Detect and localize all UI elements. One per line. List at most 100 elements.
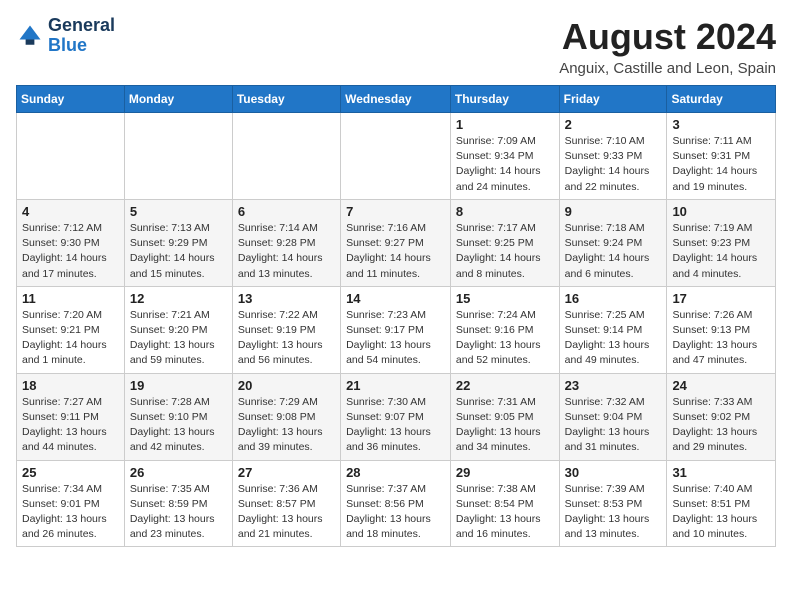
day-number: 4 xyxy=(22,204,119,219)
day-number: 25 xyxy=(22,465,119,480)
title-block: August 2024 Anguix, Castille and Leon, S… xyxy=(559,16,776,77)
calendar-week-row: 11 Sunrise: 7:20 AM Sunset: 9:21 PM Dayli… xyxy=(17,286,776,373)
day-info: Sunrise: 7:28 AM Sunset: 9:10 PM Dayligh… xyxy=(130,395,227,456)
page-header: General Blue August 2024 Anguix, Castill… xyxy=(16,16,776,77)
day-info: Sunrise: 7:14 AM Sunset: 9:28 PM Dayligh… xyxy=(238,221,335,282)
day-info: Sunrise: 7:22 AM Sunset: 9:19 PM Dayligh… xyxy=(238,308,335,369)
day-info: Sunrise: 7:09 AM Sunset: 9:34 PM Dayligh… xyxy=(456,134,554,195)
logo-icon xyxy=(16,22,44,50)
day-number: 1 xyxy=(456,117,554,132)
calendar-cell xyxy=(17,113,125,200)
weekday-header: Thursday xyxy=(450,86,559,113)
weekday-header: Tuesday xyxy=(232,86,340,113)
day-info: Sunrise: 7:29 AM Sunset: 9:08 PM Dayligh… xyxy=(238,395,335,456)
day-number: 11 xyxy=(22,291,119,306)
day-number: 8 xyxy=(456,204,554,219)
calendar-cell: 18 Sunrise: 7:27 AM Sunset: 9:11 PM Dayli… xyxy=(17,373,125,460)
day-number: 2 xyxy=(565,117,662,132)
day-number: 3 xyxy=(672,117,770,132)
day-number: 24 xyxy=(672,378,770,393)
day-number: 12 xyxy=(130,291,227,306)
weekday-header: Monday xyxy=(124,86,232,113)
calendar-cell: 16 Sunrise: 7:25 AM Sunset: 9:14 PM Dayli… xyxy=(559,286,667,373)
day-info: Sunrise: 7:10 AM Sunset: 9:33 PM Dayligh… xyxy=(565,134,662,195)
calendar-cell: 8Sunrise: 7:17 AM Sunset: 9:25 PM Daylig… xyxy=(450,199,559,286)
day-number: 29 xyxy=(456,465,554,480)
calendar-cell: 13 Sunrise: 7:22 AM Sunset: 9:19 PM Dayli… xyxy=(232,286,340,373)
calendar-cell: 25 Sunrise: 7:34 AM Sunset: 9:01 PM Dayli… xyxy=(17,460,125,547)
calendar-cell: 19 Sunrise: 7:28 AM Sunset: 9:10 PM Dayli… xyxy=(124,373,232,460)
day-info: Sunrise: 7:21 AM Sunset: 9:20 PM Dayligh… xyxy=(130,308,227,369)
weekday-header: Sunday xyxy=(17,86,125,113)
day-info: Sunrise: 7:34 AM Sunset: 9:01 PM Dayligh… xyxy=(22,482,119,543)
day-number: 19 xyxy=(130,378,227,393)
weekday-header-row: SundayMondayTuesdayWednesdayThursdayFrid… xyxy=(17,86,776,113)
month-title: August 2024 xyxy=(559,16,776,58)
weekday-header: Saturday xyxy=(667,86,776,113)
day-info: Sunrise: 7:13 AM Sunset: 9:29 PM Dayligh… xyxy=(130,221,227,282)
calendar-table: SundayMondayTuesdayWednesdayThursdayFrid… xyxy=(16,85,776,547)
calendar-cell: 31Sunrise: 7:40 AM Sunset: 8:51 PM Dayli… xyxy=(667,460,776,547)
logo: General Blue xyxy=(16,16,115,56)
calendar-cell: 6 Sunrise: 7:14 AM Sunset: 9:28 PM Daylig… xyxy=(232,199,340,286)
day-number: 6 xyxy=(238,204,335,219)
calendar-cell: 28 Sunrise: 7:37 AM Sunset: 8:56 PM Dayli… xyxy=(341,460,451,547)
calendar-week-row: 4 Sunrise: 7:12 AM Sunset: 9:30 PM Daylig… xyxy=(17,199,776,286)
day-number: 17 xyxy=(672,291,770,306)
day-number: 26 xyxy=(130,465,227,480)
logo-text: General Blue xyxy=(48,16,115,56)
day-info: Sunrise: 7:31 AM Sunset: 9:05 PM Dayligh… xyxy=(456,395,554,456)
day-number: 31 xyxy=(672,465,770,480)
day-info: Sunrise: 7:35 AM Sunset: 8:59 PM Dayligh… xyxy=(130,482,227,543)
day-number: 22 xyxy=(456,378,554,393)
day-number: 27 xyxy=(238,465,335,480)
calendar-cell: 3 Sunrise: 7:11 AM Sunset: 9:31 PM Daylig… xyxy=(667,113,776,200)
day-number: 16 xyxy=(565,291,662,306)
calendar-cell: 30 Sunrise: 7:39 AM Sunset: 8:53 PM Dayli… xyxy=(559,460,667,547)
day-info: Sunrise: 7:33 AM Sunset: 9:02 PM Dayligh… xyxy=(672,395,770,456)
calendar-cell: 20Sunrise: 7:29 AM Sunset: 9:08 PM Dayli… xyxy=(232,373,340,460)
day-info: Sunrise: 7:39 AM Sunset: 8:53 PM Dayligh… xyxy=(565,482,662,543)
day-number: 23 xyxy=(565,378,662,393)
day-info: Sunrise: 7:23 AM Sunset: 9:17 PM Dayligh… xyxy=(346,308,445,369)
day-number: 18 xyxy=(22,378,119,393)
day-info: Sunrise: 7:38 AM Sunset: 8:54 PM Dayligh… xyxy=(456,482,554,543)
calendar-cell: 22 Sunrise: 7:31 AM Sunset: 9:05 PM Dayli… xyxy=(450,373,559,460)
day-number: 30 xyxy=(565,465,662,480)
day-info: Sunrise: 7:19 AM Sunset: 9:23 PM Dayligh… xyxy=(672,221,770,282)
day-number: 9 xyxy=(565,204,662,219)
calendar-cell: 23Sunrise: 7:32 AM Sunset: 9:04 PM Dayli… xyxy=(559,373,667,460)
day-info: Sunrise: 7:11 AM Sunset: 9:31 PM Dayligh… xyxy=(672,134,770,195)
calendar-cell: 10 Sunrise: 7:19 AM Sunset: 9:23 PM Dayli… xyxy=(667,199,776,286)
calendar-cell xyxy=(124,113,232,200)
calendar-cell: 5 Sunrise: 7:13 AM Sunset: 9:29 PM Daylig… xyxy=(124,199,232,286)
day-number: 15 xyxy=(456,291,554,306)
calendar-cell xyxy=(341,113,451,200)
calendar-cell: 1 Sunrise: 7:09 AM Sunset: 9:34 PM Daylig… xyxy=(450,113,559,200)
calendar-week-row: 25 Sunrise: 7:34 AM Sunset: 9:01 PM Dayli… xyxy=(17,460,776,547)
day-number: 5 xyxy=(130,204,227,219)
day-number: 14 xyxy=(346,291,445,306)
day-info: Sunrise: 7:12 AM Sunset: 9:30 PM Dayligh… xyxy=(22,221,119,282)
calendar-cell: 2 Sunrise: 7:10 AM Sunset: 9:33 PM Daylig… xyxy=(559,113,667,200)
calendar-cell: 17 Sunrise: 7:26 AM Sunset: 9:13 PM Dayli… xyxy=(667,286,776,373)
day-number: 10 xyxy=(672,204,770,219)
day-info: Sunrise: 7:20 AM Sunset: 9:21 PM Dayligh… xyxy=(22,308,119,369)
day-info: Sunrise: 7:36 AM Sunset: 8:57 PM Dayligh… xyxy=(238,482,335,543)
calendar-week-row: 18 Sunrise: 7:27 AM Sunset: 9:11 PM Dayli… xyxy=(17,373,776,460)
day-info: Sunrise: 7:25 AM Sunset: 9:14 PM Dayligh… xyxy=(565,308,662,369)
calendar-cell: 27 Sunrise: 7:36 AM Sunset: 8:57 PM Dayli… xyxy=(232,460,340,547)
day-number: 28 xyxy=(346,465,445,480)
calendar-cell: 14 Sunrise: 7:23 AM Sunset: 9:17 PM Dayli… xyxy=(341,286,451,373)
weekday-header: Friday xyxy=(559,86,667,113)
day-info: Sunrise: 7:30 AM Sunset: 9:07 PM Dayligh… xyxy=(346,395,445,456)
calendar-cell: 11 Sunrise: 7:20 AM Sunset: 9:21 PM Dayli… xyxy=(17,286,125,373)
calendar-week-row: 1 Sunrise: 7:09 AM Sunset: 9:34 PM Daylig… xyxy=(17,113,776,200)
day-number: 7 xyxy=(346,204,445,219)
location-title: Anguix, Castille and Leon, Spain xyxy=(559,60,776,77)
day-info: Sunrise: 7:37 AM Sunset: 8:56 PM Dayligh… xyxy=(346,482,445,543)
day-number: 13 xyxy=(238,291,335,306)
day-info: Sunrise: 7:26 AM Sunset: 9:13 PM Dayligh… xyxy=(672,308,770,369)
calendar-cell: 15Sunrise: 7:24 AM Sunset: 9:16 PM Dayli… xyxy=(450,286,559,373)
day-info: Sunrise: 7:27 AM Sunset: 9:11 PM Dayligh… xyxy=(22,395,119,456)
